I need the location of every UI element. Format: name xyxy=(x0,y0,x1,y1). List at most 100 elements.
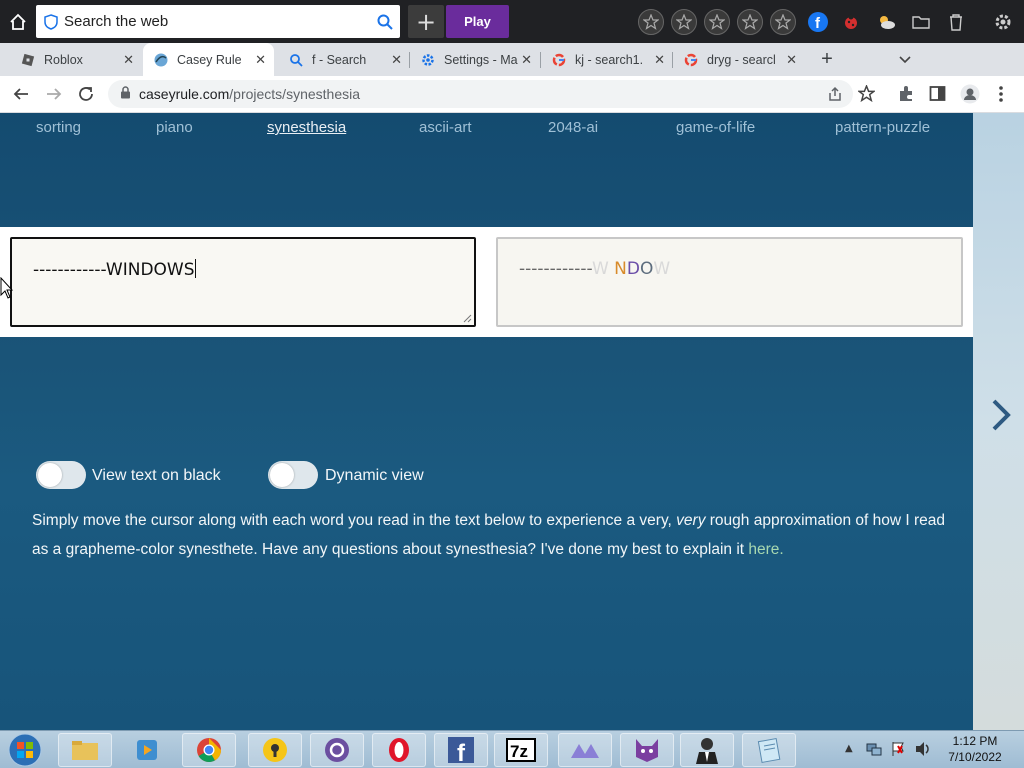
close-icon[interactable]: ✕ xyxy=(255,52,266,68)
cat-face-icon xyxy=(636,739,658,762)
close-icon[interactable]: ✕ xyxy=(521,52,532,68)
tab-settings[interactable]: Settings - Ma ✕ xyxy=(410,43,540,76)
tab-label: kj - search1. xyxy=(575,52,644,67)
nav-item-game-of-life[interactable]: game-of-life xyxy=(676,119,755,136)
show-hidden-icons-icon[interactable]: ▲ xyxy=(845,743,853,754)
casey-rule-icon xyxy=(153,52,169,68)
shield-icon xyxy=(44,13,58,30)
trash-icon[interactable] xyxy=(943,9,969,35)
facebook-taskbar-button[interactable]: f xyxy=(434,733,488,767)
mouse-pointer-icon xyxy=(0,277,14,299)
lock-icon xyxy=(120,86,131,102)
resize-handle-icon[interactable] xyxy=(463,314,472,323)
star-icon[interactable] xyxy=(737,9,763,35)
description-part1: Simply move the cursor along with each w… xyxy=(32,512,677,529)
star-icon[interactable] xyxy=(770,9,796,35)
tab-casey-rule[interactable]: Casey Rule ✕ xyxy=(143,43,274,76)
network-icon[interactable] xyxy=(866,741,882,761)
chrome-icon xyxy=(197,738,221,763)
app-taskbar-button[interactable] xyxy=(558,733,612,767)
tab-roblox[interactable]: Roblox ✕ xyxy=(10,43,142,76)
url-path: /projects/synesthesia xyxy=(229,86,360,102)
nav-item-piano[interactable]: piano xyxy=(156,119,193,136)
action-center-flag-icon[interactable] xyxy=(890,741,906,761)
nav-item-synesthesia[interactable]: synesthesia xyxy=(267,119,346,136)
forward-icon[interactable] xyxy=(45,85,63,107)
avatar-taskbar-button[interactable] xyxy=(680,733,734,767)
input-text: ------------WINDOWS xyxy=(33,260,195,280)
clock-time: 1:12 PM xyxy=(952,734,998,748)
explain-link[interactable]: here. xyxy=(748,541,783,558)
tab-search-chevron-icon[interactable] xyxy=(893,43,917,76)
browser-taskbar-button[interactable] xyxy=(310,733,364,767)
media-player-taskbar-button[interactable] xyxy=(122,733,172,767)
output-letter: N xyxy=(614,259,627,279)
tab-label: Settings - Ma xyxy=(444,52,518,67)
volume-icon[interactable] xyxy=(914,741,932,761)
opera-taskbar-button[interactable] xyxy=(372,733,426,767)
gear-icon[interactable] xyxy=(990,9,1016,35)
close-icon[interactable]: ✕ xyxy=(391,52,402,68)
star-icon[interactable] xyxy=(671,9,697,35)
chevron-right-icon[interactable] xyxy=(988,398,1014,432)
add-button[interactable]: + xyxy=(408,5,444,38)
ladybug-icon[interactable] xyxy=(838,9,864,35)
svg-text:f: f xyxy=(457,740,466,764)
notepad-taskbar-button[interactable] xyxy=(742,733,796,767)
facebook-icon: f xyxy=(448,737,474,764)
view-on-black-toggle[interactable] xyxy=(36,461,86,489)
reload-icon[interactable] xyxy=(77,85,95,107)
nav-item-sorting[interactable]: sorting xyxy=(36,119,81,136)
close-icon[interactable]: ✕ xyxy=(123,52,134,68)
menu-kebab-icon[interactable] xyxy=(998,85,1004,107)
web-search-box[interactable]: Search the web xyxy=(36,5,400,38)
browser-icon xyxy=(325,738,349,762)
text-input-area[interactable]: ------------WINDOWS xyxy=(10,237,476,327)
profile-avatar-icon[interactable] xyxy=(960,84,980,108)
nav-item-pattern-puzzle[interactable]: pattern-puzzle xyxy=(835,119,930,136)
close-icon[interactable]: ✕ xyxy=(786,52,797,68)
tab-label: f - Search xyxy=(312,52,367,67)
system-clock[interactable]: 1:12 PM 7/10/2022 xyxy=(940,733,1010,765)
explorer-taskbar-button[interactable] xyxy=(58,733,112,767)
game-taskbar-button[interactable] xyxy=(620,733,674,767)
extensions-icon[interactable] xyxy=(897,85,915,107)
chrome-taskbar-button[interactable] xyxy=(182,733,236,767)
back-icon[interactable] xyxy=(12,85,30,107)
star-icon[interactable] xyxy=(704,9,730,35)
url-field[interactable]: caseyrule.com/projects/synesthesia xyxy=(108,80,853,108)
suit-avatar-icon xyxy=(696,738,718,764)
new-tab-button[interactable]: + xyxy=(815,43,839,76)
toggle-knob xyxy=(38,463,62,487)
search-icon[interactable] xyxy=(370,14,400,30)
side-panel-icon[interactable] xyxy=(929,85,946,106)
close-icon[interactable]: ✕ xyxy=(654,52,665,68)
facebook-icon[interactable]: f xyxy=(805,9,831,35)
windows-taskbar: f 7z ▲ 1:12 PM 7/10/2022 xyxy=(0,730,1024,768)
home-icon[interactable] xyxy=(0,0,36,43)
share-icon[interactable] xyxy=(827,86,843,105)
tab-f-search[interactable]: f - Search ✕ xyxy=(278,43,410,76)
tab-dryg-search[interactable]: dryg - searcl ✕ xyxy=(673,43,805,76)
description-emphasis: very xyxy=(676,512,706,529)
start-button[interactable] xyxy=(5,732,45,768)
output-letter: W xyxy=(591,259,609,279)
nav-item-2048-ai[interactable]: 2048-ai xyxy=(548,119,598,136)
lock-icon xyxy=(263,738,287,762)
folder-icon[interactable] xyxy=(908,9,934,35)
7zip-taskbar-button[interactable]: 7z xyxy=(494,733,548,767)
bookmark-star-icon[interactable] xyxy=(856,84,877,106)
page-content: sorting piano synesthesia ascii-art 2048… xyxy=(0,113,973,730)
tab-kj-search[interactable]: kj - search1. ✕ xyxy=(541,43,673,76)
star-icon[interactable] xyxy=(638,9,664,35)
google-icon xyxy=(551,52,567,68)
keeper-taskbar-button[interactable] xyxy=(248,733,302,767)
nav-item-ascii-art[interactable]: ascii-art xyxy=(419,119,472,136)
weather-icon[interactable] xyxy=(873,9,899,35)
play-button[interactable]: Play xyxy=(446,5,509,38)
output-letter: W xyxy=(653,259,671,279)
dynamic-view-toggle[interactable] xyxy=(268,461,318,489)
output-letters: W NDOW xyxy=(592,259,670,279)
project-nav: sorting piano synesthesia ascii-art 2048… xyxy=(0,113,973,143)
gear-icon xyxy=(420,52,436,68)
